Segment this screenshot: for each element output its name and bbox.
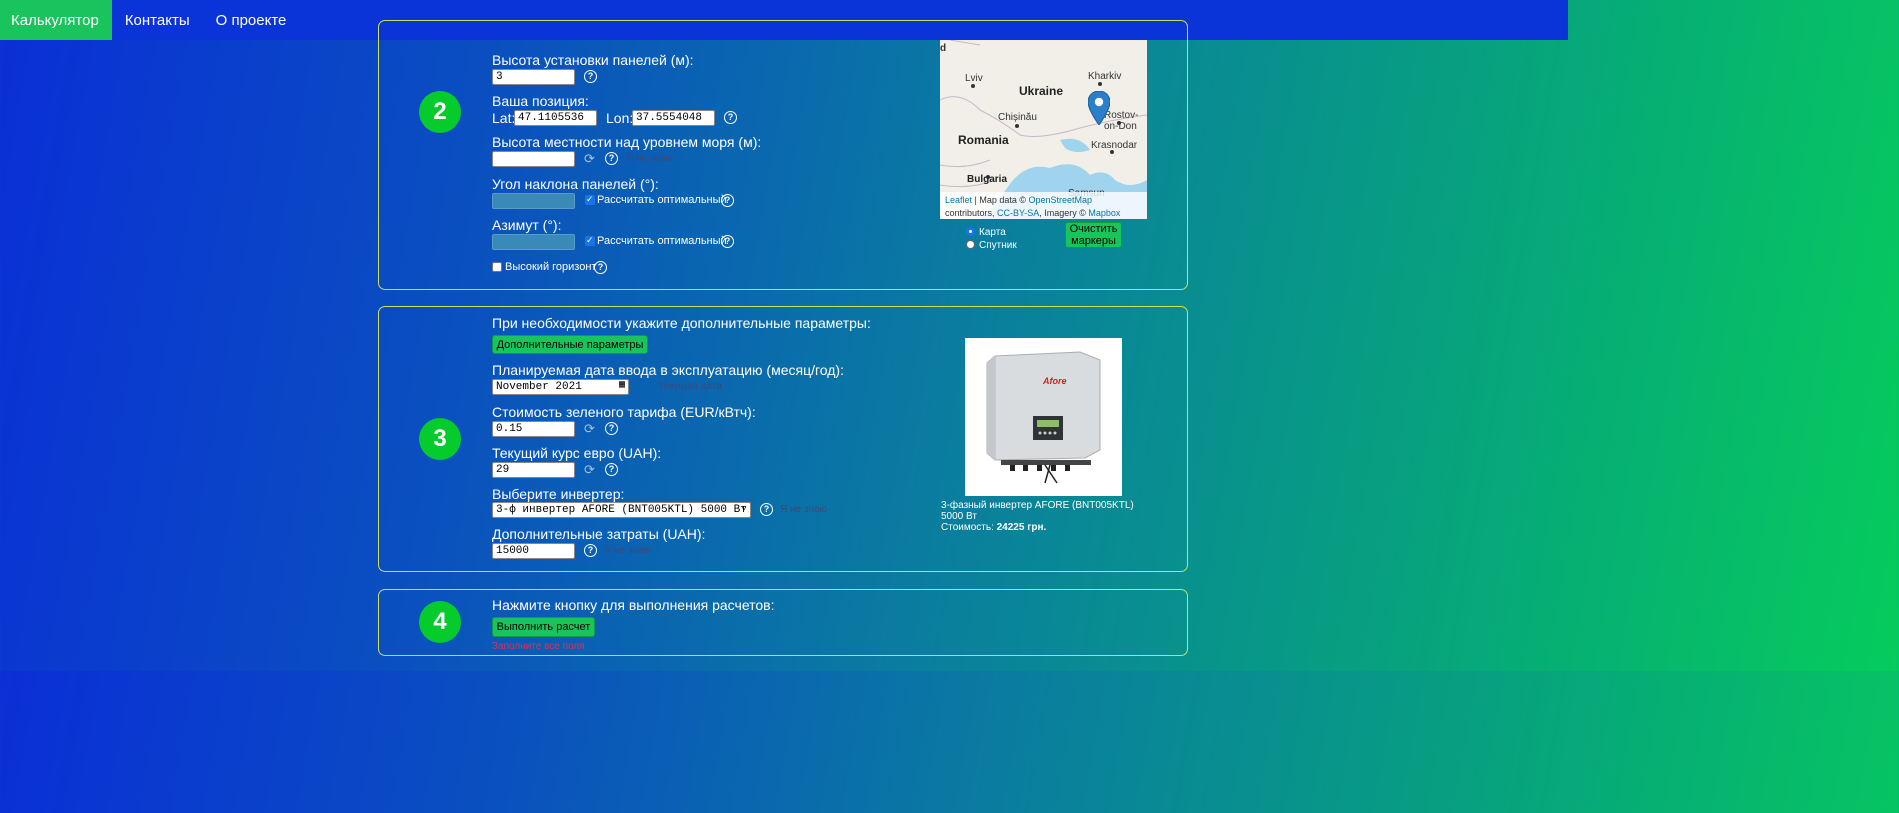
tariff-input[interactable]: 0.15 — [492, 421, 575, 437]
help-icon[interactable]: ? — [605, 463, 618, 476]
calendar-icon[interactable]: ▦ — [619, 380, 625, 392]
tilt-label: Угол наклона панелей (°): — [492, 176, 659, 192]
map-city-lviv: Lviv — [965, 73, 983, 84]
lat-label: Lat: — [492, 110, 516, 126]
help-icon[interactable]: ? — [721, 235, 734, 248]
inverter-label: Выберите инвертер: — [492, 486, 625, 502]
date-input[interactable]: November 2021 ▦ — [492, 379, 629, 395]
satellite-layer-label: Спутник — [979, 240, 1017, 251]
run-calculation-button[interactable]: Выполнить расчет — [492, 617, 595, 637]
inverter-cost-label: Стоимость: — [941, 522, 997, 533]
help-icon[interactable]: ? — [721, 194, 734, 207]
inverter-description-line1: 3-фазный инвертер AFORE (BNT005KTL) — [941, 500, 1134, 511]
panel-height-input[interactable]: 3 — [492, 69, 575, 85]
refresh-icon[interactable]: ⟳ — [584, 152, 595, 165]
date-label: Планируемая дата ввода в эксплуатацию (м… — [492, 362, 844, 378]
mapbox-link[interactable]: Mapbox — [1088, 208, 1120, 218]
error-message: Заполните все поля — [492, 641, 585, 652]
lon-input[interactable]: 37.5554048 — [632, 110, 715, 126]
step2-number: 2 — [419, 91, 461, 133]
azimuth-label: Азимут (°): — [492, 217, 562, 233]
satellite-layer-radio[interactable] — [966, 240, 975, 249]
clear-markers-button[interactable]: Очистить маркеры — [1065, 222, 1122, 248]
help-icon[interactable]: ? — [605, 422, 618, 435]
help-icon[interactable]: ? — [584, 544, 597, 557]
leaflet-link[interactable]: Leaflet — [945, 195, 972, 205]
step4-number: 4 — [419, 601, 461, 643]
run-prompt: Нажмите кнопку для выполнения расчетов: — [492, 597, 775, 613]
help-icon[interactable]: ? — [724, 111, 737, 124]
map-attribution: Leaflet | Map data © OpenStreetMap contr… — [940, 192, 1147, 219]
attribution-text: contributors, — [945, 208, 998, 218]
help-icon[interactable]: ? — [760, 503, 773, 516]
inverter-cost-value: 24225 грн. — [996, 522, 1047, 533]
nav-calculator[interactable]: Калькулятор — [0, 0, 112, 40]
map-country-romania: Romania — [958, 133, 1009, 147]
date-value: November 2021 — [496, 381, 582, 393]
inverter-image: Afore — [965, 338, 1122, 496]
extra-params-intro: При необходимости укажите дополнительные… — [492, 315, 871, 331]
map-layer-radio[interactable] — [966, 227, 975, 236]
refresh-icon[interactable]: ⟳ — [584, 463, 595, 476]
help-icon[interactable]: ? — [584, 70, 597, 83]
inverter-cost: Стоимость: 24225 грн. — [941, 522, 1046, 533]
ccbysa-link[interactable]: CC-BY-SA — [997, 208, 1039, 218]
step3-number: 3 — [419, 418, 461, 460]
extra-costs-label: Дополнительные затраты (UAH): — [492, 526, 706, 542]
high-horizon-label: Высокий горизонт — [505, 261, 597, 273]
tilt-optimal-label: Рассчитать оптимальный — [597, 194, 727, 206]
attribution-text: | Map data © — [972, 195, 1029, 205]
location-map[interactable]: d Lviv Kharkiv Ukraine Chișinău Rostov-o… — [940, 40, 1147, 219]
map-city-rostov: Rostov-on-Don — [1104, 110, 1139, 132]
map-city-chisinau: Chișinău — [998, 112, 1037, 123]
inverter-description-line2: 5000 Вт — [941, 511, 977, 522]
high-horizon-checkbox[interactable] — [492, 262, 502, 272]
lon-label: Lon: — [606, 110, 634, 126]
chevron-down-icon: ⌄ — [740, 502, 747, 513]
euro-rate-label: Текущий курс евро (UAH): — [492, 445, 662, 461]
dunno-link[interactable]: Я не знаю — [780, 504, 827, 515]
lat-input[interactable]: 47.1105536 — [514, 110, 597, 126]
azimuth-optimal-label: Рассчитать оптимальный — [597, 235, 727, 247]
attribution-text: , Imagery © — [1039, 208, 1089, 218]
nav-contacts[interactable]: Контакты — [112, 0, 203, 40]
tilt-input[interactable] — [492, 193, 575, 209]
location-marker-icon[interactable] — [1088, 91, 1110, 125]
tariff-label: Стоимость зеленого тарифа (EUR/кВтч): — [492, 404, 756, 420]
extra-costs-input[interactable]: 15000 — [492, 543, 575, 559]
map-country-bulgaria: Bulgaria — [967, 174, 1008, 185]
dunno-link[interactable]: Я не знаю — [604, 545, 651, 556]
refresh-icon[interactable]: ⟳ — [584, 422, 595, 435]
position-label: Ваша позиция: — [492, 93, 589, 109]
altitude-input[interactable] — [492, 151, 575, 167]
altitude-label: Высота местности над уровнем моря (м): — [492, 134, 762, 150]
inverter-brand-logo: Afore — [1043, 376, 1067, 386]
map-layer-label: Карта — [979, 227, 1006, 238]
map-city-krasnodar: Krasnodar — [1091, 140, 1138, 151]
inverter-select[interactable]: 3-ф инвертер AFORE (BNT005KTL) 5000 Вт ⌄ — [492, 502, 751, 518]
help-icon[interactable]: ? — [594, 261, 607, 274]
extra-params-button[interactable]: Дополнительные параметры — [492, 335, 648, 354]
current-date-link[interactable]: Текущая дата — [658, 381, 722, 392]
inverter-select-value: 3-ф инвертер AFORE (BNT005KTL) 5000 Вт — [496, 504, 747, 516]
dunno-link[interactable]: Я не знаю — [626, 153, 673, 164]
map-edge-label: d — [940, 43, 947, 54]
nav-about[interactable]: О проекте — [203, 0, 300, 40]
euro-rate-input[interactable]: 29 — [492, 462, 575, 478]
inverter-illustration — [986, 351, 1101, 484]
map-country-ukraine: Ukraine — [1019, 84, 1064, 98]
azimuth-optimal-checkbox[interactable] — [585, 235, 595, 246]
azimuth-input[interactable] — [492, 234, 575, 250]
help-icon[interactable]: ? — [605, 152, 618, 165]
panel-height-label: Высота установки панелей (м): — [492, 52, 694, 68]
map-city-kharkiv: Kharkiv — [1088, 71, 1122, 82]
osm-link[interactable]: OpenStreetMap — [1029, 195, 1093, 205]
tilt-optimal-checkbox[interactable] — [585, 194, 595, 205]
